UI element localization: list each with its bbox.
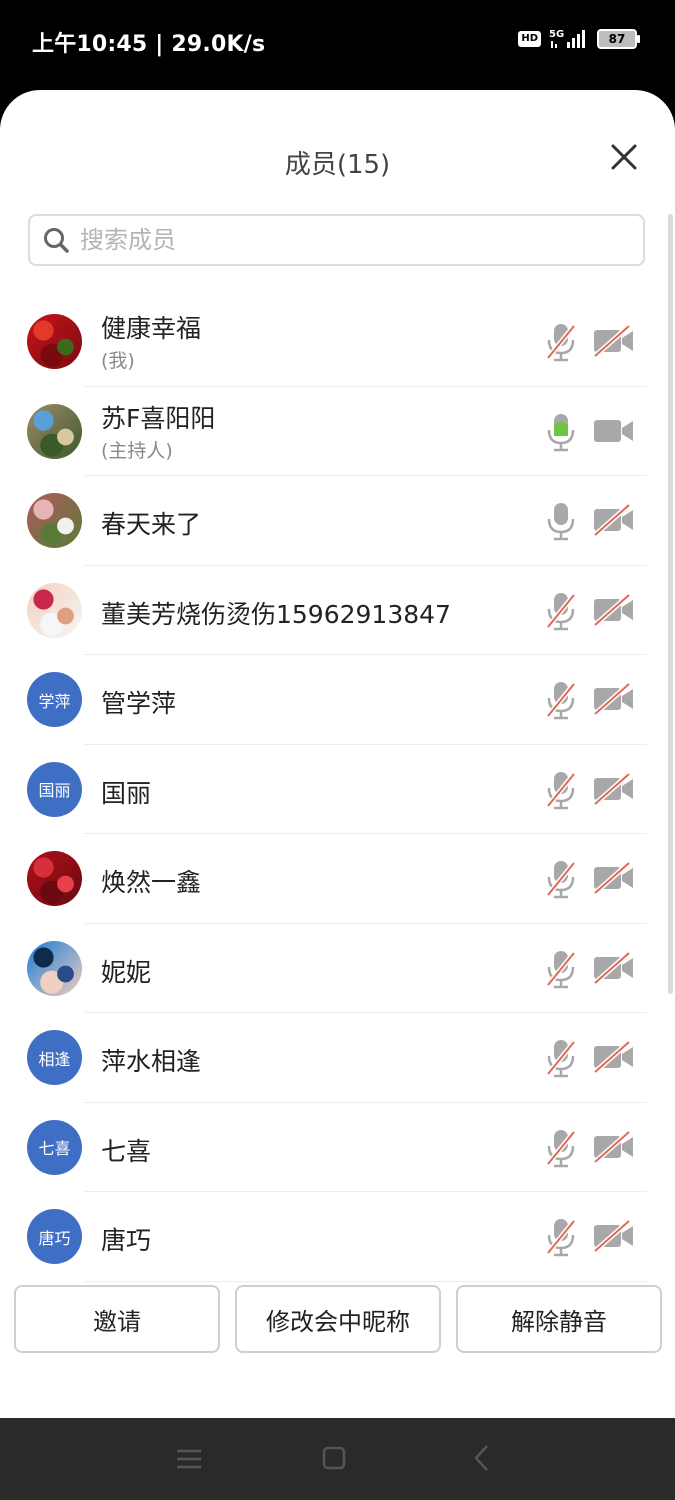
avatar-initials: 国丽 xyxy=(38,781,71,800)
member-name: 春天来了 xyxy=(101,510,202,539)
member-row[interactable]: 董美芳烧伤烫伤15962913847 xyxy=(0,566,675,655)
avatar: 唐巧 xyxy=(27,1209,82,1264)
signal-icon: 5G xyxy=(549,29,585,48)
microphone-icon[interactable] xyxy=(544,501,578,541)
member-name: 健康幸福 xyxy=(101,314,202,343)
camera-off-icon[interactable] xyxy=(593,504,635,536)
member-name: 管学萍 xyxy=(101,689,177,718)
microphone-muted-icon[interactable] xyxy=(544,680,578,720)
member-role: (我) xyxy=(101,350,135,372)
search-input[interactable] xyxy=(78,225,622,255)
status-bar: 上午10:45 | 29.0K/s HD 5G 87 xyxy=(0,0,675,82)
avatar-initials: 唐巧 xyxy=(38,1228,71,1248)
avatar-initials: 学萍 xyxy=(38,691,71,711)
member-name: 唐巧 xyxy=(101,1226,152,1255)
camera-off-icon[interactable] xyxy=(593,325,635,357)
microphone-muted-icon[interactable] xyxy=(544,322,578,362)
member-row[interactable]: 七喜 七喜 xyxy=(0,1103,675,1192)
member-name: 七喜 xyxy=(101,1136,152,1166)
avatar xyxy=(27,851,82,906)
camera-off-icon[interactable] xyxy=(593,1041,635,1073)
microphone-muted-icon[interactable] xyxy=(544,770,578,810)
rename-button[interactable]: 修改会中昵称 xyxy=(235,1285,441,1353)
camera-off-icon[interactable] xyxy=(593,862,635,894)
avatar xyxy=(27,314,82,369)
camera-off-icon[interactable] xyxy=(593,1220,635,1252)
member-name: 妮妮 xyxy=(101,957,152,987)
avatar xyxy=(27,582,82,638)
camera-off-icon[interactable] xyxy=(593,683,635,715)
microphone-muted-icon[interactable] xyxy=(544,1128,578,1168)
divider xyxy=(84,1280,647,1282)
microphone-muted-icon[interactable] xyxy=(544,859,578,899)
network-type-label: 5G xyxy=(549,29,564,40)
avatar-initials: 七喜 xyxy=(38,1139,71,1158)
hd-icon: HD xyxy=(518,31,541,47)
avatar xyxy=(27,403,82,459)
member-row[interactable]: 国丽 国丽 xyxy=(0,745,675,834)
member-name: 焕然一鑫 xyxy=(101,868,202,897)
system-nav-bar xyxy=(0,1418,675,1500)
member-name: 苏F喜阳阳 xyxy=(101,403,216,433)
member-row[interactable]: 焕然一鑫 xyxy=(0,834,675,924)
search-box xyxy=(28,214,645,266)
camera-off-icon[interactable] xyxy=(593,951,635,984)
member-row[interactable]: 学萍 管学萍 xyxy=(0,655,675,745)
camera-off-icon[interactable] xyxy=(593,1130,635,1163)
avatar-initials: 相逢 xyxy=(38,1049,71,1069)
member-name: 萍水相逢 xyxy=(101,1047,202,1076)
panel-title: 成员(15) xyxy=(284,150,391,180)
close-icon[interactable] xyxy=(609,142,639,172)
member-row[interactable]: 相逢 萍水相逢 xyxy=(0,1013,675,1103)
member-list: 健康幸福 (我) 苏F喜阳阳 (主持人) 春天来了董美芳烧伤烫伤15962913847 学… xyxy=(0,297,675,1282)
microphone-muted-icon[interactable] xyxy=(544,1038,578,1078)
footer-actions: 邀请 修改会中昵称 解除静音 xyxy=(14,1285,662,1353)
invite-button[interactable]: 邀请 xyxy=(14,1285,220,1353)
avatar: 七喜 xyxy=(27,1119,82,1175)
avatar xyxy=(27,493,82,548)
status-icons: HD 5G 87 xyxy=(518,28,640,50)
camera-off-icon[interactable] xyxy=(593,593,635,626)
member-row[interactable]: 唐巧 唐巧 xyxy=(0,1192,675,1282)
recents-icon[interactable] xyxy=(176,1448,202,1470)
member-row[interactable]: 健康幸福 (我) xyxy=(0,297,675,387)
member-name: 国丽 xyxy=(101,778,152,808)
member-name: 董美芳烧伤烫伤15962913847 xyxy=(101,599,451,629)
back-icon[interactable] xyxy=(472,1444,492,1472)
battery-level: 87 xyxy=(608,32,626,46)
member-row[interactable]: 妮妮 xyxy=(0,924,675,1013)
camera-icon[interactable] xyxy=(593,415,635,447)
search-icon xyxy=(44,228,69,253)
status-time: 上午10:45 | 29.0K/s xyxy=(32,32,266,57)
microphone-muted-icon[interactable] xyxy=(544,591,578,631)
avatar: 相逢 xyxy=(27,1030,82,1085)
microphone-muted-icon[interactable] xyxy=(544,1217,578,1257)
avatar: 国丽 xyxy=(27,761,82,817)
avatar: 学萍 xyxy=(27,672,82,727)
member-role: (主持人) xyxy=(101,439,173,462)
unmute-button[interactable]: 解除静音 xyxy=(456,1285,662,1353)
camera-off-icon[interactable] xyxy=(593,772,635,805)
battery-icon: 87 xyxy=(597,29,640,49)
home-icon[interactable] xyxy=(322,1446,346,1470)
member-row[interactable]: 春天来了 xyxy=(0,476,675,566)
avatar xyxy=(27,940,82,996)
member-row[interactable]: 苏F喜阳阳 (主持人) xyxy=(0,387,675,476)
microphone-icon[interactable] xyxy=(544,412,578,452)
members-panel: 成员(15) 健康幸福 (我) 苏F喜阳阳 (主持人) 春天来了董美芳烧伤烫伤15962… xyxy=(0,90,675,1418)
microphone-muted-icon[interactable] xyxy=(544,949,578,989)
